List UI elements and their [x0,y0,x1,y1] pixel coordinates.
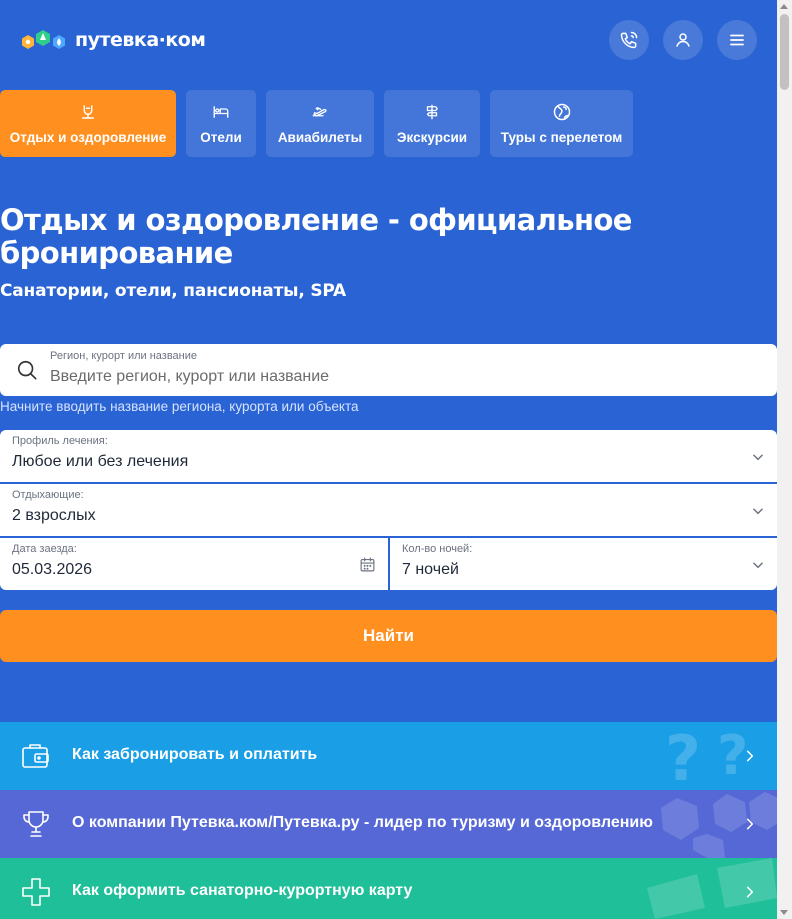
tab-flights[interactable]: Авиабилеты [266,90,374,157]
scrollbar-thumb[interactable] [780,14,789,90]
wallet-icon [22,744,49,768]
field-value: 05.03.2026 [12,561,93,578]
question-marks-decoration: ? ? [665,722,748,790]
chevron-down-icon [753,454,763,461]
chevron-down-icon [753,508,763,515]
info-row-label: Как забронировать и оплатить [72,746,318,763]
tab-rest-and-health[interactable]: Отдых и оздоровление [0,90,176,157]
tab-tours-with-flight[interactable]: Туры с перелетом [490,90,633,157]
about-company-link[interactable]: О компании Путевка.ком/Путевка.ру - лиде… [0,790,777,858]
tab-label: Отели [200,130,242,145]
phone-icon [620,31,638,49]
field-value: Любое или без лечения [12,453,189,470]
field-label: Профиль лечения: [12,435,108,447]
tab-label: Авиабилеты [277,130,363,145]
header: путевка·ком [0,0,777,80]
phone-button[interactable] [609,20,649,60]
tab-excursions[interactable]: Экскурсии [384,90,480,157]
nights-select[interactable]: Кол-во ночей: 7 ночей [390,538,777,590]
calendar-icon [360,557,375,572]
search-box[interactable]: Регион, курорт или название [0,344,777,396]
logo[interactable]: путевка·ком [19,27,206,53]
tab-label: Экскурсии [396,130,468,145]
spa-card-link[interactable]: Как оформить санаторно-курортную карту [0,858,777,919]
svg-text:?: ? [665,722,701,790]
field-label: Отдыхающие: [12,489,84,501]
field-label: Дата заезда: [12,543,77,555]
logo-text: путевка·ком [75,29,206,51]
field-value: 2 взрослых [12,507,96,524]
scrollbar[interactable] [777,0,792,919]
chevron-right-icon [746,818,754,830]
globe-icon [552,102,572,122]
search-label: Регион, курорт или название [50,350,198,362]
scroll-up-arrow-icon[interactable] [780,4,788,9]
tab-hotels[interactable]: Отели [186,90,256,157]
page: путевка·ком Отдых и оздоровление Отели А… [0,0,777,919]
chevron-right-icon [746,750,754,762]
menu-icon [730,34,744,46]
hotel-bell-icon [78,102,98,122]
info-row-label: О компании Путевка.ком/Путевка.ру - лиде… [72,814,653,831]
field-value: 7 ночей [402,561,459,578]
checkin-date-field[interactable]: Дата заезда: 05.03.2026 [0,538,388,590]
search-icon [17,360,37,380]
search-hint: Начните вводить название региона, курорт… [0,399,359,414]
bed-icon [211,102,231,122]
info-row-label: Как оформить санаторно-курортную карту [72,882,413,899]
treatment-profile-select[interactable]: Профиль лечения: Любое или без лечения [0,430,777,482]
page-subtitle: Санатории, отели, пансионаты, SPA [0,281,347,301]
page-title: Отдых и оздоровление - официальное брони… [0,203,632,270]
menu-button[interactable] [717,20,757,60]
logo-mark-icon [19,27,69,53]
tab-label: Отдых и оздоровление [9,130,167,145]
medical-cross-icon [22,878,50,906]
chevron-right-icon [746,886,754,898]
trophy-icon [23,811,49,837]
chevron-down-icon [753,562,763,569]
field-label: Кол-во ночей: [402,543,473,555]
profile-button[interactable] [663,20,703,60]
guests-select[interactable]: Отдыхающие: 2 взрослых [0,484,777,536]
plane-icon [310,102,330,122]
signpost-icon [422,102,442,122]
scroll-down-arrow-icon[interactable] [780,910,788,915]
how-to-book-link[interactable]: ? ? Как забронировать и оплатить [0,722,777,790]
user-icon [676,33,690,47]
find-button[interactable]: Найти [0,610,777,662]
tab-label: Туры с перелетом [500,130,623,145]
search-input[interactable] [50,368,750,386]
